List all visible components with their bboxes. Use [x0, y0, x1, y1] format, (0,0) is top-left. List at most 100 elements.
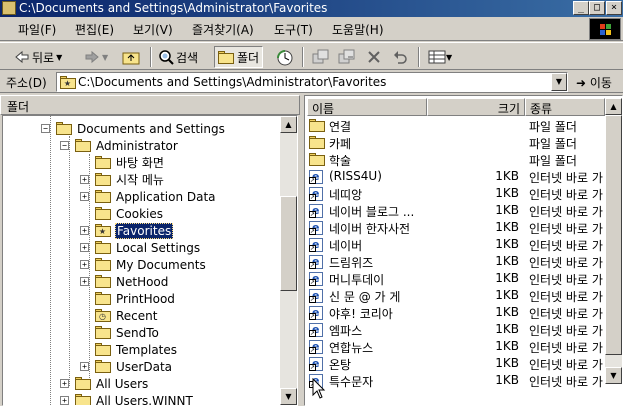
tree-item-my-documents[interactable]: + My Documents: [80, 256, 207, 273]
views-grid-icon: [428, 49, 446, 65]
delete-x-icon: [366, 49, 382, 65]
file-row[interactable]: e↗야후! 코리아1KB인터넷 바로 가: [307, 304, 619, 321]
tree-item-favorites[interactable]: + ★ Favorites: [80, 222, 174, 239]
menu-file[interactable]: 파일(F): [18, 21, 56, 38]
folder-tree[interactable]: − Documents and Settings − Administrator…: [2, 115, 298, 406]
file-row[interactable]: e↗신 문 @ 가 게1KB인터넷 바로 가: [307, 287, 619, 304]
file-row[interactable]: e↗머니투데이1KB인터넷 바로 가: [307, 270, 619, 287]
tree-item-application-data[interactable]: + Application Data: [80, 188, 217, 205]
scroll-thumb[interactable]: [280, 196, 297, 291]
file-type: 파일 폴더: [529, 120, 577, 134]
folder-icon: [95, 326, 111, 339]
move-to-button[interactable]: [312, 46, 329, 68]
close-button[interactable]: ×: [606, 1, 622, 15]
tree-item-nethood[interactable]: + NetHood: [80, 273, 169, 290]
tree-item-sendto[interactable]: SendTo: [95, 324, 160, 341]
tree-item-templates[interactable]: Templates: [95, 341, 178, 358]
file-type: 인터넷 바로 가: [529, 222, 603, 236]
file-row[interactable]: e↗네띠앙1KB인터넷 바로 가: [307, 185, 619, 202]
file-row[interactable]: e↗드림위즈1KB인터넷 바로 가: [307, 253, 619, 270]
toolbar-separator: [302, 47, 304, 67]
file-row[interactable]: e↗네이버 블로그 ...1KB인터넷 바로 가: [307, 202, 619, 219]
file-row[interactable]: e↗(RISS4U)1KB인터넷 바로 가: [307, 168, 619, 185]
folder-icon: [95, 292, 111, 305]
menu-edit[interactable]: 편집(E): [75, 21, 114, 38]
tree-item-all-users[interactable]: + All Users: [60, 375, 149, 392]
address-dropdown-button[interactable]: ▼: [551, 73, 567, 91]
tree-item-administrator[interactable]: − Administrator: [60, 137, 179, 154]
tree-item-recent[interactable]: ◷ Recent: [95, 307, 158, 324]
column-header-name[interactable]: 이름: [307, 98, 427, 116]
tree-item-cookies[interactable]: Cookies: [95, 205, 164, 222]
column-header-size[interactable]: 크기: [427, 98, 525, 116]
folder-icon: [95, 156, 111, 169]
tree-item-userdata[interactable]: + UserData: [80, 358, 173, 375]
toolbar: 뒤로 ▼ ▼ 검색 폴더 ▼: [0, 42, 623, 70]
folder-icon: [309, 136, 325, 152]
minimize-button[interactable]: _: [573, 1, 589, 15]
file-row[interactable]: 카페 파일 폴더: [307, 134, 619, 151]
folder-tree-scrollbar[interactable]: ▲ ▼: [280, 116, 297, 405]
tree-item-local-settings[interactable]: + Local Settings: [80, 239, 201, 256]
delete-button[interactable]: [366, 46, 382, 68]
expand-icon[interactable]: +: [80, 277, 89, 286]
expand-icon[interactable]: +: [80, 192, 89, 201]
up-folder-button[interactable]: [122, 46, 140, 68]
scroll-up-button[interactable]: ▲: [280, 116, 297, 133]
back-button[interactable]: 뒤로 ▼: [14, 46, 62, 68]
folder-icon: [75, 394, 91, 405]
file-row[interactable]: e↗네이버 한자사전1KB인터넷 바로 가: [307, 219, 619, 236]
menu-view[interactable]: 보기(V): [133, 21, 173, 38]
file-row[interactable]: e↗엠파스1KB인터넷 바로 가: [307, 321, 619, 338]
tree-item-documents-and-settings[interactable]: − Documents and Settings: [41, 120, 226, 137]
column-header-type[interactable]: 종류: [525, 98, 605, 116]
views-dropdown-icon[interactable]: ▼: [446, 53, 452, 62]
address-field[interactable]: ★ C:\Documents and Settings\Administrato…: [56, 72, 568, 92]
expand-icon[interactable]: +: [80, 175, 89, 184]
file-type: 파일 폴더: [529, 154, 577, 168]
collapse-icon[interactable]: −: [60, 141, 69, 150]
history-button[interactable]: [276, 46, 293, 68]
up-folder-icon: [122, 49, 140, 65]
expand-icon[interactable]: +: [80, 243, 89, 252]
tree-item-desktop[interactable]: 바탕 화면: [95, 154, 165, 171]
file-list-scrollbar[interactable]: ▲ ▼: [605, 98, 622, 384]
expand-icon[interactable]: +: [80, 226, 89, 235]
file-row[interactable]: e↗연합뉴스1KB인터넷 바로 가: [307, 338, 619, 355]
folders-button[interactable]: 폴더: [214, 46, 264, 68]
menu-tools[interactable]: 도구(T): [274, 21, 313, 38]
forward-button[interactable]: ▼: [84, 46, 108, 68]
menu-help[interactable]: 도움말(H): [332, 21, 384, 38]
folder-icon: [56, 122, 72, 135]
scroll-thumb[interactable]: [605, 115, 622, 355]
folder-icon: [95, 343, 111, 356]
copy-to-button[interactable]: [338, 46, 355, 68]
views-button[interactable]: ▼: [428, 46, 452, 68]
menu-favorites[interactable]: 즐겨찾기(A): [192, 21, 254, 38]
search-button[interactable]: 검색: [158, 46, 198, 68]
back-dropdown-icon[interactable]: ▼: [56, 53, 62, 62]
scroll-down-button[interactable]: ▼: [280, 388, 297, 405]
forward-dropdown-icon[interactable]: ▼: [102, 53, 108, 62]
address-bar: 주소(D) ★ C:\Documents and Settings\Admini…: [0, 71, 623, 93]
file-row[interactable]: 연결 파일 폴더: [307, 117, 619, 134]
maximize-button[interactable]: □: [589, 1, 605, 15]
title-bar: C:\Documents and Settings\Administrator\…: [0, 0, 623, 17]
collapse-icon[interactable]: −: [41, 124, 50, 133]
go-button[interactable]: ➜ 이동: [576, 74, 612, 91]
expand-icon[interactable]: +: [80, 362, 89, 371]
scroll-up-button[interactable]: ▲: [605, 98, 622, 115]
undo-button[interactable]: [392, 46, 408, 68]
tree-item-printhood[interactable]: PrintHood: [95, 290, 176, 307]
favorites-folder-icon: ★: [95, 224, 111, 237]
tree-item-all-users-winnt[interactable]: + All Users.WINNT: [60, 392, 194, 405]
expand-icon[interactable]: +: [60, 396, 69, 405]
expand-icon[interactable]: +: [80, 260, 89, 269]
expand-icon[interactable]: +: [60, 379, 69, 388]
tree-item-start-menu[interactable]: + 시작 메뉴: [80, 171, 165, 188]
file-row[interactable]: e↗네이버1KB인터넷 바로 가: [307, 236, 619, 253]
file-row[interactable]: e↗온탕1KB인터넷 바로 가: [307, 355, 619, 372]
file-row[interactable]: 학술 파일 폴더: [307, 151, 619, 168]
file-row[interactable]: e↗특수문자1KB인터넷 바로 가: [307, 372, 619, 389]
scroll-down-button[interactable]: ▼: [605, 367, 622, 384]
